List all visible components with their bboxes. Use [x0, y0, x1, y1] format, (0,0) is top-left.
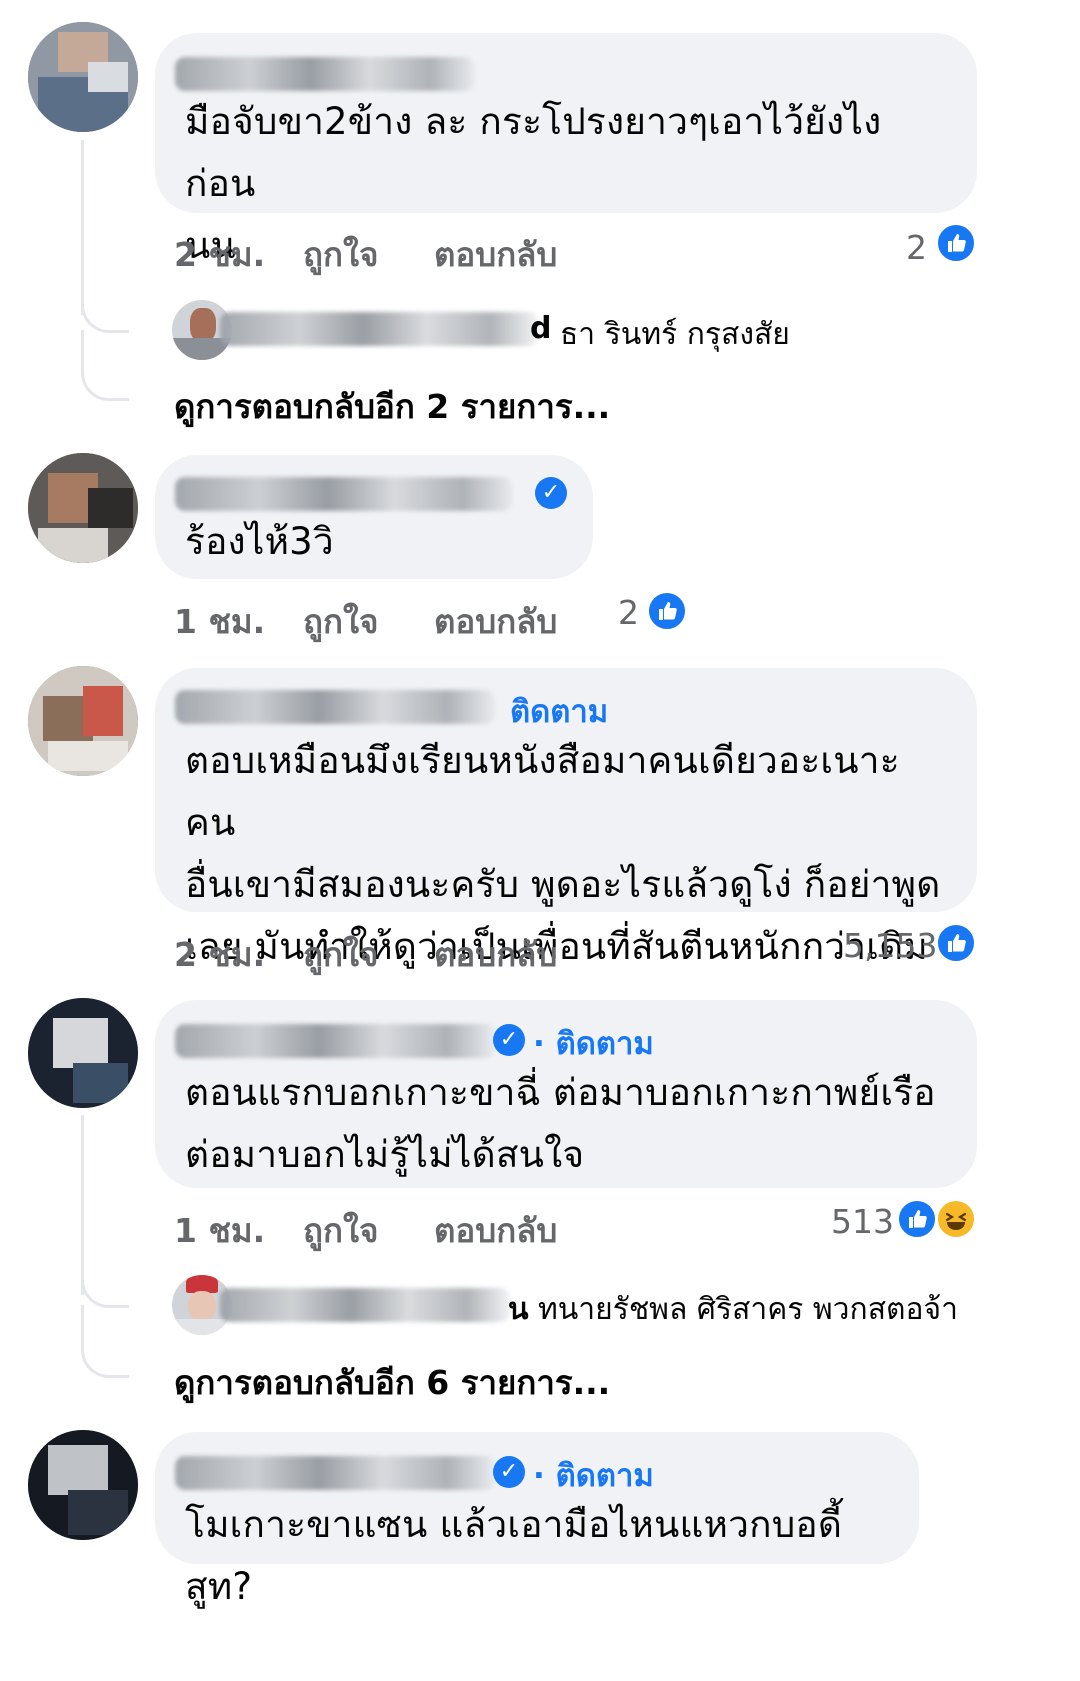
- reaction-count[interactable]: 5,153: [843, 926, 937, 965]
- view-more-replies-link[interactable]: ดูการตอบกลับอีก 6 รายการ...: [174, 1356, 610, 1409]
- reply-button[interactable]: ตอบกลับ: [434, 1204, 557, 1257]
- commenter-avatar[interactable]: [28, 22, 138, 132]
- reaction-count[interactable]: 2: [618, 593, 639, 632]
- follow-link[interactable]: · ติดตาม: [533, 1450, 654, 1500]
- reaction-count[interactable]: 2: [906, 228, 927, 267]
- comment-bubble: มือจับขา2ข้าง ละ กระโปรงยาวๆเอาไว้ยังไง …: [155, 33, 977, 267]
- thread-connector: [81, 1245, 129, 1308]
- reply-author-tail: น: [508, 1292, 529, 1327]
- comment-timestamp: 1 ชม.: [174, 602, 266, 641]
- commenter-name-redacted[interactable]: [175, 690, 495, 724]
- follow-link[interactable]: ติดตาม: [510, 686, 608, 736]
- like-button[interactable]: ถูกใจ: [303, 1204, 378, 1257]
- comment-bubble: ✓ ร้องไห้3วิ: [155, 455, 593, 579]
- like-icon: [646, 590, 688, 632]
- like-icon: [935, 922, 977, 964]
- follow-link[interactable]: · ติดตาม: [533, 1018, 654, 1068]
- commenter-avatar[interactable]: [28, 1430, 138, 1540]
- verified-badge-icon: ✓: [535, 477, 567, 509]
- comment-text: ตอบเหมือนมึงเรียนหนังสือมาคนเดียวอะเนาะ …: [185, 739, 941, 968]
- reply-button[interactable]: ตอบกลับ: [434, 595, 557, 648]
- verified-badge-icon: ✓: [493, 1024, 525, 1056]
- reply-button[interactable]: ตอบกลับ: [434, 928, 557, 981]
- haha-icon: [935, 1198, 977, 1240]
- commenter-name-redacted[interactable]: [175, 57, 475, 91]
- reply-preview-text: ทนายรัชพล ศิริสาคร พวกสตอจ้า: [538, 1292, 958, 1327]
- comment-timestamp: 2 ชม.: [174, 235, 266, 274]
- comment-text: มือจับขา2ข้าง ละ กระโปรงยาวๆเอาไว้ยังไง …: [185, 100, 882, 267]
- like-button[interactable]: ถูกใจ: [303, 595, 378, 648]
- thread-connector: [81, 330, 129, 401]
- comment-text: โมเกาะขาแซน แล้วเอามือไหนแหวกบอดี้สูท?: [185, 1503, 843, 1608]
- reply-author-redacted[interactable]: [220, 312, 538, 346]
- verified-badge-icon: ✓: [493, 1456, 525, 1488]
- commenter-avatar[interactable]: [28, 998, 138, 1108]
- like-button[interactable]: ถูกใจ: [303, 228, 378, 281]
- comment-bubble: ติดตาม ตอบเหมือนมึงเรียนหนังสือมาคนเดียว…: [155, 668, 977, 968]
- commenter-avatar[interactable]: [28, 453, 138, 563]
- reply-author-tail: d: [530, 311, 552, 346]
- commenter-avatar[interactable]: [28, 666, 138, 776]
- commenter-name-redacted[interactable]: [175, 477, 513, 511]
- like-button[interactable]: ถูกใจ: [303, 928, 378, 981]
- reply-button[interactable]: ตอบกลับ: [434, 228, 557, 281]
- thread-connector: [81, 270, 129, 333]
- comment-bubble: ✓ · ติดตาม โมเกาะขาแซน แล้วเอามือไหนแหวก…: [155, 1432, 919, 1608]
- reply-preview-text: ธา รินทร์ กรุสงสัย: [560, 317, 790, 352]
- like-icon: [935, 222, 977, 264]
- comment-bubble: ✓ · ติดตาม ตอนแรกบอกเกาะขาฉี่ ต่อมาบอกเก…: [155, 1000, 977, 1188]
- like-icon: [896, 1198, 938, 1240]
- reaction-count[interactable]: 513: [831, 1202, 894, 1241]
- commenter-name-redacted[interactable]: [175, 1456, 495, 1490]
- reply-author-redacted[interactable]: [220, 1288, 510, 1322]
- comment-timestamp: 1 ชม.: [174, 1211, 266, 1250]
- commenter-name-redacted[interactable]: [175, 1024, 495, 1058]
- comment-text: ร้องไห้3วิ: [185, 520, 334, 563]
- thread-connector: [81, 1305, 129, 1378]
- view-more-replies-link[interactable]: ดูการตอบกลับอีก 2 รายการ...: [174, 380, 610, 433]
- comment-timestamp: 2 ชม.: [174, 935, 266, 974]
- comment-text: ตอนแรกบอกเกาะขาฉี่ ต่อมาบอกเกาะกาพย์เรือ…: [185, 1071, 936, 1176]
